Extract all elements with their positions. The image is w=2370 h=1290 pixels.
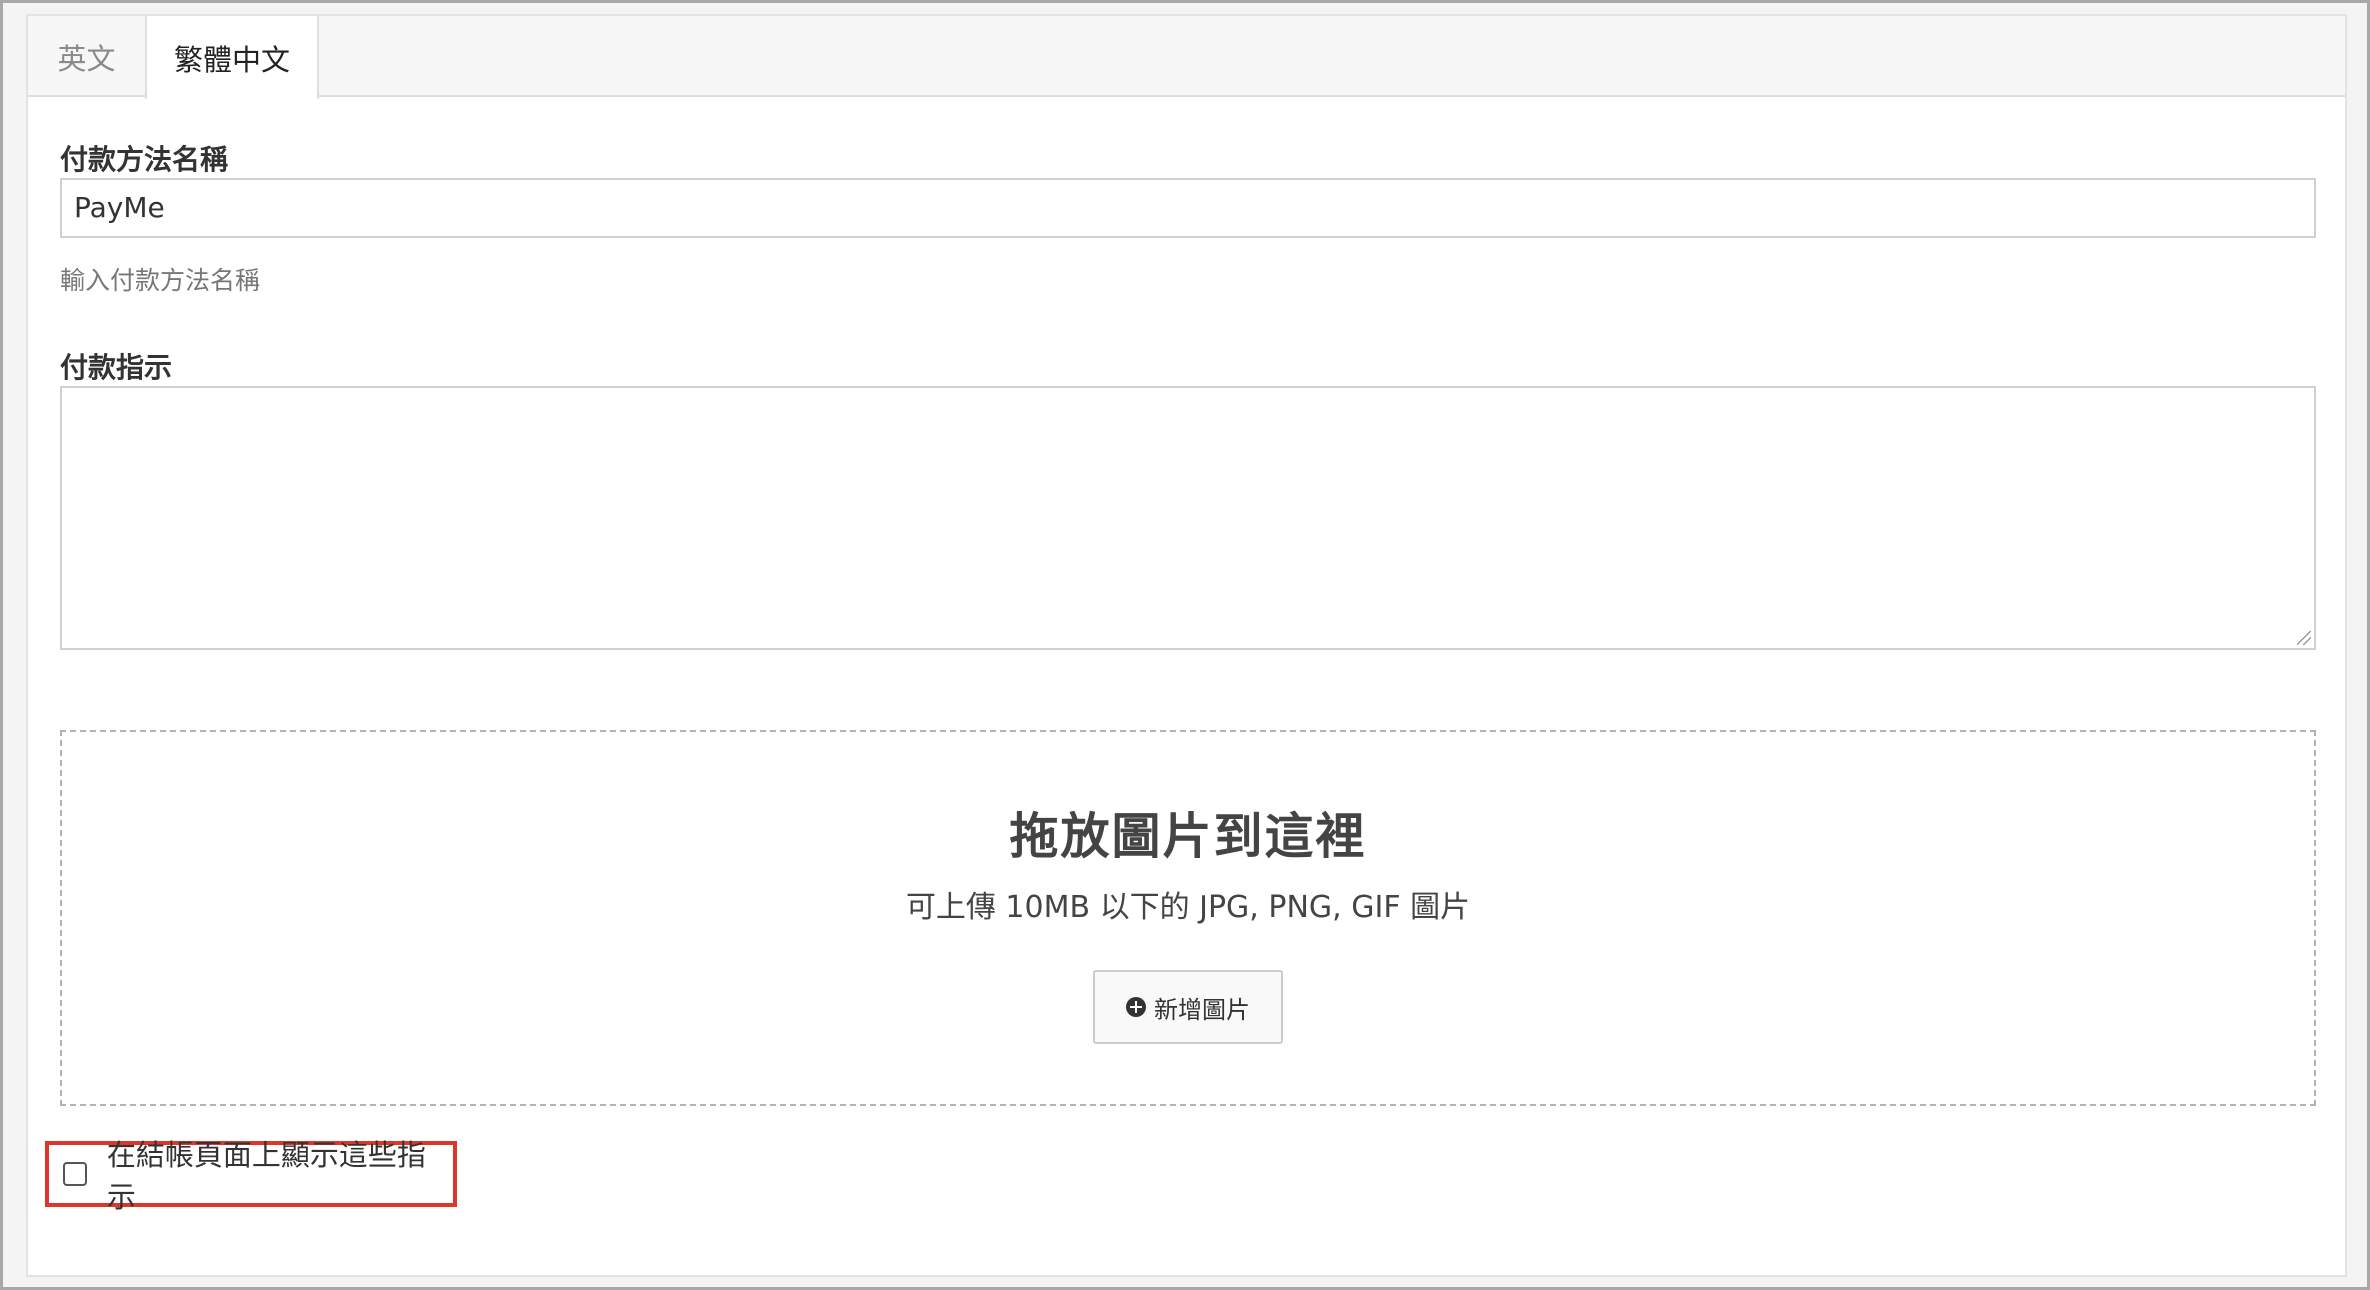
resize-grip-icon[interactable]	[2297, 631, 2311, 645]
image-dropzone[interactable]: 拖放圖片到這裡 可上傳 10MB 以下的 JPG, PNG, GIF 圖片 新增…	[60, 730, 2316, 1106]
tab-english[interactable]: 英文	[28, 16, 145, 98]
show-on-checkout-checkbox[interactable]	[63, 1162, 87, 1186]
show-on-checkout-label[interactable]: 在結帳頁面上顯示這些指示	[107, 1132, 453, 1216]
dropzone-title: 拖放圖片到這裡	[1009, 808, 1367, 865]
payment-name-label: 付款方法名稱	[60, 143, 229, 176]
payment-method-panel: 英文 繁體中文 付款方法名稱 PayMe 輸入付款方法名稱 付款指示 拖放圖片到…	[26, 14, 2347, 1277]
dropzone-subtitle: 可上傳 10MB 以下的 JPG, PNG, GIF 圖片	[905, 890, 1471, 925]
payment-name-input[interactable]: PayMe	[60, 178, 2316, 238]
payment-name-help: 輸入付款方法名稱	[60, 266, 261, 295]
add-image-button[interactable]: 新增圖片	[1093, 970, 1283, 1044]
show-instructions-option: 在結帳頁面上顯示這些指示	[45, 1138, 457, 1214]
payment-instructions-label: 付款指示	[60, 351, 173, 384]
window-frame: 英文 繁體中文 付款方法名稱 PayMe 輸入付款方法名稱 付款指示 拖放圖片到…	[0, 0, 2370, 1290]
payment-instructions-textarea[interactable]	[60, 386, 2316, 650]
tab-traditional-chinese[interactable]: 繁體中文	[145, 16, 319, 99]
plus-circle-icon	[1126, 997, 1146, 1017]
language-tabs: 英文 繁體中文	[28, 16, 2345, 99]
add-image-label: 新增圖片	[1154, 995, 1250, 1024]
